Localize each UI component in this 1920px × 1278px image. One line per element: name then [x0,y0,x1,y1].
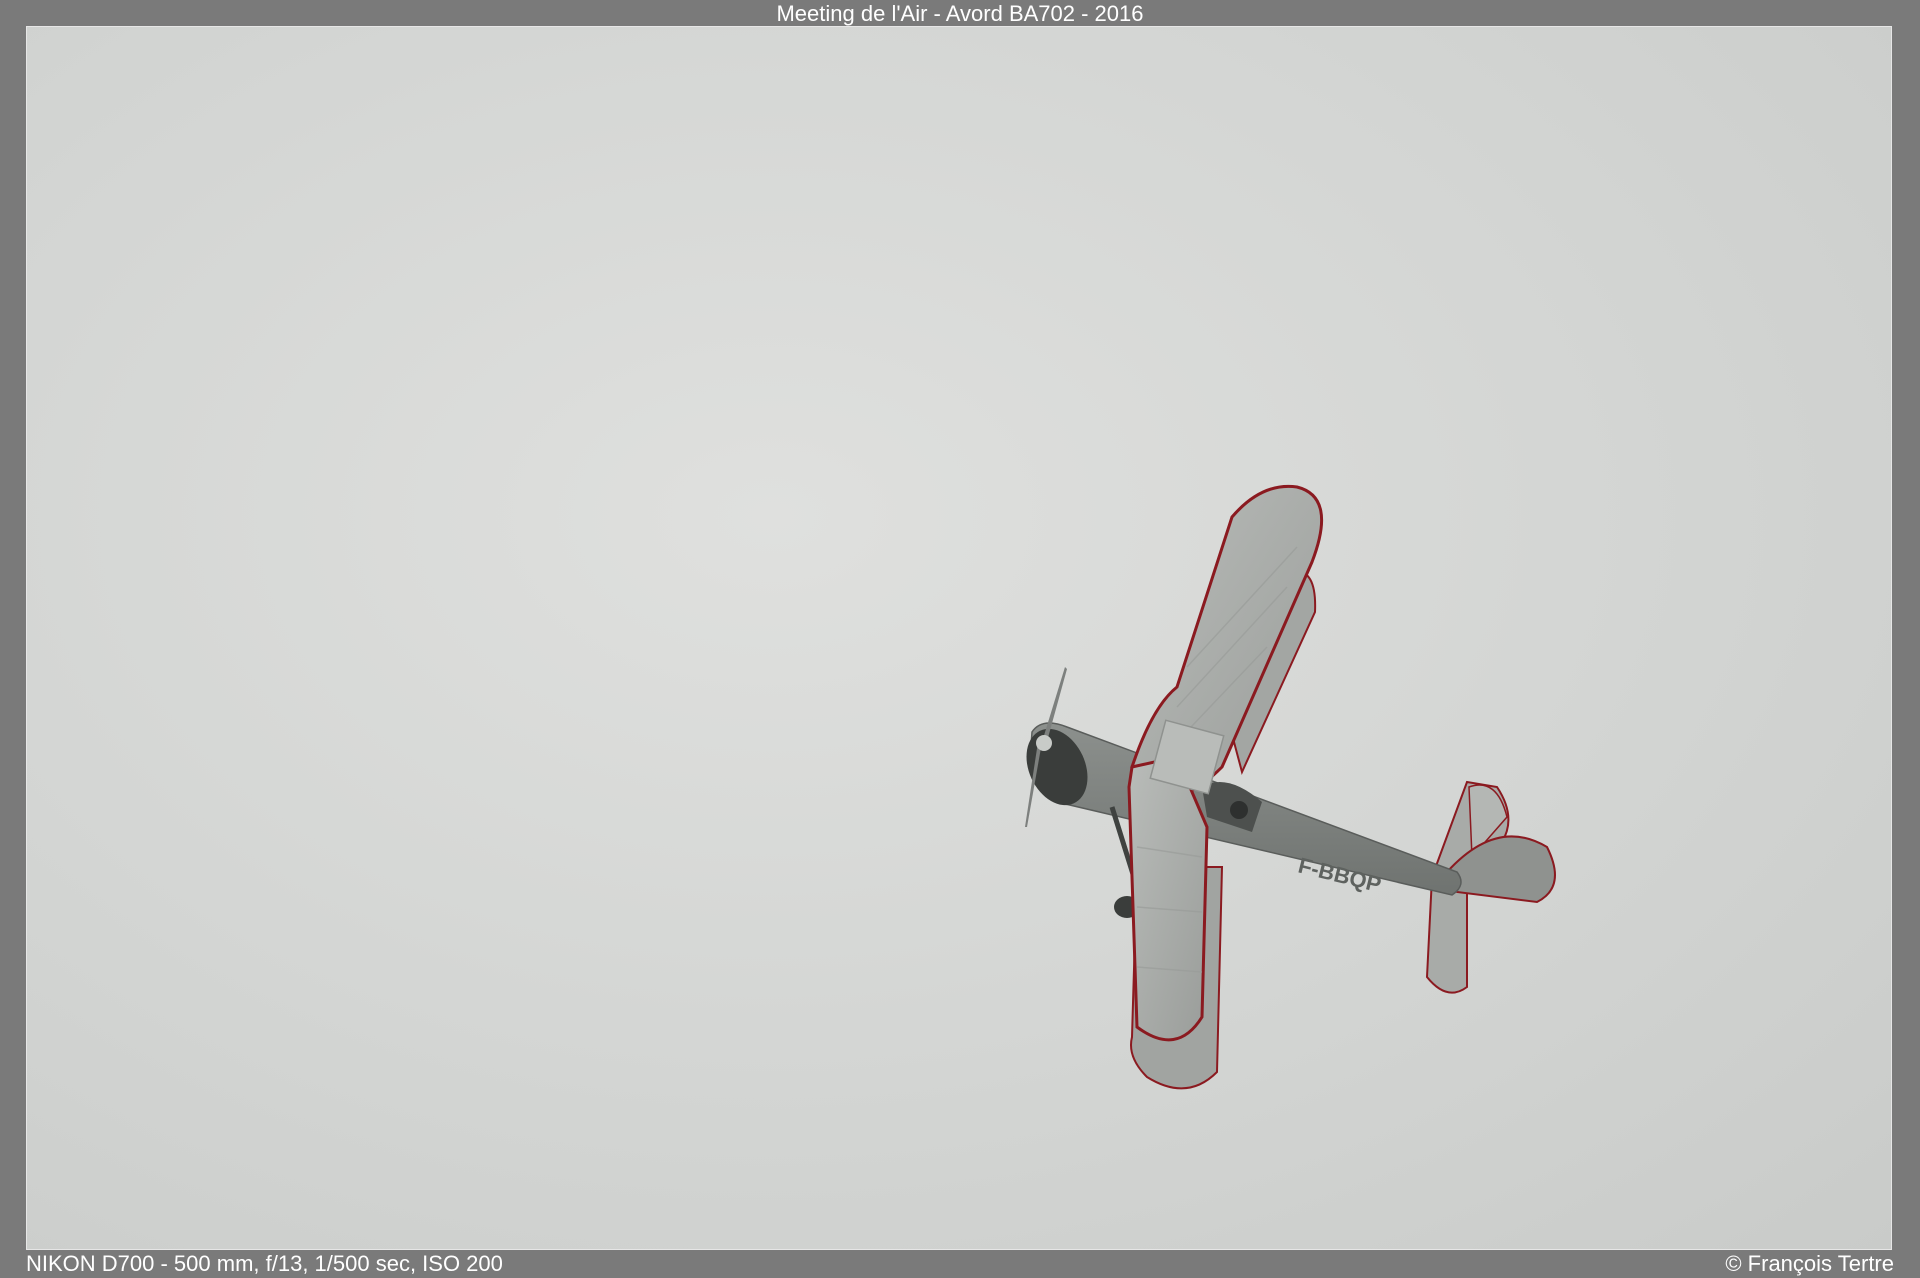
biplane-icon: F-BBQP [1025,484,1556,1090]
photo: F-BBQP [26,26,1892,1250]
photo-title: Meeting de l'Air - Avord BA702 - 2016 [776,1,1144,26]
exif-info: NIKON D700 - 500 mm, f/13, 1/500 sec, IS… [26,1251,503,1276]
copyright-notice: © François Tertre [1725,1251,1894,1276]
